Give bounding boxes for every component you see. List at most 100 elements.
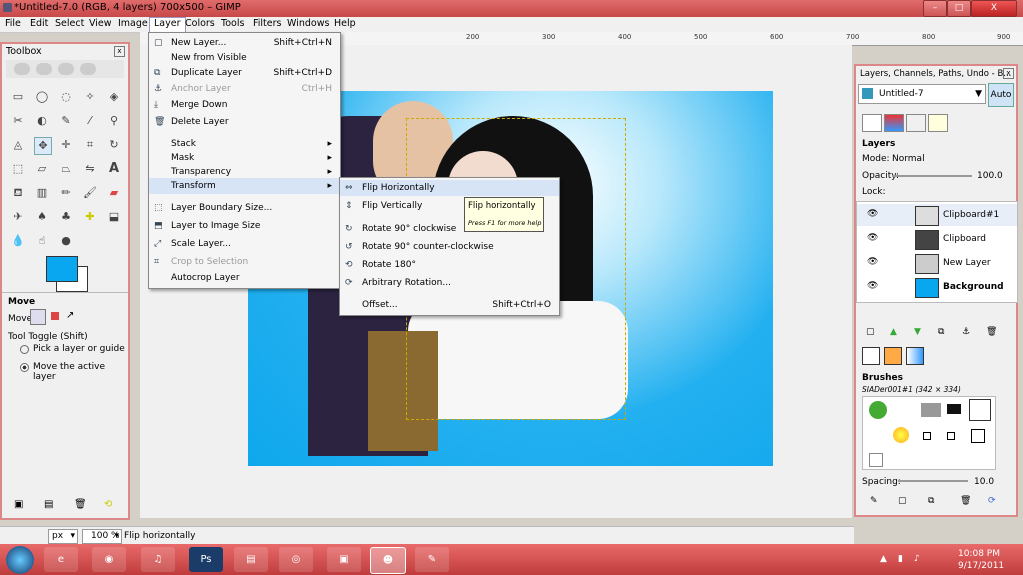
delete-icon[interactable]: 🗑 bbox=[986, 327, 997, 337]
shear-tool-icon[interactable]: ▱ bbox=[34, 161, 50, 177]
menu-help[interactable]: Help bbox=[334, 18, 356, 29]
foreground-select-icon[interactable]: ◐ bbox=[34, 113, 50, 129]
menu-colors[interactable]: Colors bbox=[185, 18, 215, 29]
brush-item[interactable] bbox=[921, 403, 941, 417]
opacity-value[interactable]: 100.0 bbox=[977, 171, 1003, 181]
eye-icon[interactable]: 👁 bbox=[867, 209, 878, 219]
menu-layer[interactable]: Layer bbox=[149, 17, 186, 33]
rect-select-icon[interactable]: ▭ bbox=[10, 89, 26, 105]
foreground-color-swatch[interactable] bbox=[46, 256, 78, 282]
spacing-slider[interactable] bbox=[898, 480, 968, 482]
taskbar-gimp-icon[interactable]: ☻ bbox=[370, 547, 406, 574]
eraser-icon[interactable]: ▰ bbox=[106, 185, 122, 201]
brush-item[interactable] bbox=[947, 432, 955, 440]
select-by-color-icon[interactable]: ◈ bbox=[106, 89, 122, 105]
blur-icon[interactable]: 💧 bbox=[10, 233, 26, 249]
auto-button[interactable]: Auto bbox=[988, 83, 1014, 107]
brush-item[interactable] bbox=[869, 401, 887, 419]
taskbar-chrome-icon[interactable]: ◎ bbox=[279, 547, 313, 572]
menu-item-scale-layer[interactable]: ⤢ Scale Layer... bbox=[149, 236, 340, 252]
eye-icon[interactable]: 👁 bbox=[867, 233, 878, 243]
layer-row[interactable]: 👁 Clipboard#1 bbox=[857, 204, 1017, 226]
brushes-grid[interactable] bbox=[862, 396, 996, 470]
move-path-icon[interactable]: ↗ bbox=[66, 310, 74, 321]
menu-item-transform[interactable]: Transform ▸ bbox=[149, 178, 340, 194]
flip-tool-icon[interactable]: ⇋ bbox=[82, 161, 98, 177]
image-select-dropdown[interactable]: Untitled-7 ▼ bbox=[858, 84, 986, 104]
brush-item[interactable] bbox=[971, 429, 985, 443]
menu-image[interactable]: Image bbox=[118, 18, 148, 29]
tab-paths[interactable] bbox=[906, 114, 926, 132]
menu-item-new-from-visible[interactable]: New from Visible bbox=[149, 50, 340, 66]
airbrush-icon[interactable]: ✈ bbox=[10, 209, 26, 225]
close-icon[interactable]: x bbox=[1003, 68, 1014, 79]
menu-item-autocrop-layer[interactable]: Autocrop Layer bbox=[149, 270, 340, 286]
taskbar-itunes-icon[interactable]: ♫ bbox=[141, 547, 175, 572]
menu-edit[interactable]: Edit bbox=[30, 18, 48, 29]
duplicate-icon[interactable]: ⧉ bbox=[938, 327, 944, 337]
tab-gradients[interactable] bbox=[906, 347, 924, 365]
menu-item-duplicate-layer[interactable]: ⧉ Duplicate Layer Shift+Ctrl+D bbox=[149, 65, 340, 81]
menu-item-delete-layer[interactable]: 🗑 Delete Layer bbox=[149, 114, 340, 130]
perspective-clone-icon[interactable]: ⬓ bbox=[106, 209, 122, 225]
dodge-burn-icon[interactable]: ● bbox=[58, 233, 74, 249]
scale-tool-icon[interactable]: ⬚ bbox=[10, 161, 26, 177]
close-button[interactable]: X bbox=[971, 0, 1017, 17]
brush-item[interactable] bbox=[923, 432, 931, 440]
new-brush-icon[interactable]: ▢ bbox=[898, 496, 907, 506]
eye-icon[interactable]: 👁 bbox=[867, 281, 878, 291]
free-select-icon[interactable]: ◌ bbox=[58, 89, 74, 105]
ellipse-select-icon[interactable]: ◯ bbox=[34, 89, 50, 105]
brush-item[interactable] bbox=[869, 453, 883, 467]
menu-view[interactable]: View bbox=[89, 18, 112, 29]
paths-icon[interactable]: ✎ bbox=[58, 113, 74, 129]
restore-options-icon[interactable]: ▤ bbox=[44, 499, 53, 510]
perspective-tool-icon[interactable]: ⏢ bbox=[58, 161, 74, 177]
tab-layers[interactable] bbox=[862, 114, 882, 132]
clone-icon[interactable]: ♣ bbox=[58, 209, 74, 225]
radio-move-active[interactable] bbox=[20, 363, 29, 372]
raise-layer-icon[interactable]: ▲ bbox=[890, 327, 897, 337]
menu-tools[interactable]: Tools bbox=[221, 18, 244, 29]
duplicate-brush-icon[interactable]: ⧉ bbox=[928, 496, 934, 506]
taskbar-paint-icon[interactable]: ▣ bbox=[327, 547, 361, 572]
delete-options-icon[interactable]: 🗑 bbox=[74, 499, 87, 510]
lower-layer-icon[interactable]: ▼ bbox=[914, 327, 921, 337]
brush-item[interactable] bbox=[947, 404, 961, 414]
mode-value[interactable]: Normal bbox=[892, 154, 925, 164]
menu-item-rotate-180[interactable]: ⟲ Rotate 180° bbox=[340, 257, 559, 273]
layer-row[interactable]: 👁 Clipboard bbox=[857, 228, 1017, 250]
tray-volume-icon[interactable]: ♪ bbox=[914, 554, 920, 564]
opacity-slider[interactable] bbox=[892, 175, 972, 177]
tab-patterns[interactable] bbox=[884, 347, 902, 365]
menu-item-arbitrary-rotation[interactable]: ⟳ Arbitrary Rotation... bbox=[340, 275, 559, 291]
align-icon[interactable]: ✛ bbox=[58, 137, 74, 153]
menu-select[interactable]: Select bbox=[55, 18, 84, 29]
spacing-value[interactable]: 10.0 bbox=[974, 477, 994, 487]
tray-arrow-icon[interactable]: ▲ bbox=[880, 554, 887, 564]
pencil-icon[interactable]: ✏ bbox=[58, 185, 74, 201]
tab-brushes[interactable] bbox=[862, 347, 880, 365]
text-tool-icon[interactable]: A bbox=[106, 161, 122, 177]
taskbar-firefox-icon[interactable]: ◉ bbox=[92, 547, 126, 572]
menu-filters[interactable]: Filters bbox=[253, 18, 281, 29]
save-options-icon[interactable]: ▣ bbox=[14, 499, 23, 510]
delete-brush-icon[interactable]: 🗑 bbox=[960, 496, 971, 506]
menu-item-flip-horizontally[interactable]: ⇔ Flip Horizontally bbox=[340, 180, 559, 196]
eye-icon[interactable]: 👁 bbox=[867, 257, 878, 267]
taskbar-photoshop-icon[interactable]: Ps bbox=[189, 547, 223, 572]
ink-icon[interactable]: ♠ bbox=[34, 209, 50, 225]
menu-file[interactable]: File bbox=[5, 18, 21, 29]
brush-item[interactable] bbox=[969, 399, 991, 421]
menu-item-merge-down[interactable]: ⤓ Merge Down bbox=[149, 97, 340, 113]
tray-network-icon[interactable]: ▮ bbox=[898, 554, 903, 564]
smudge-icon[interactable]: ☝ bbox=[34, 233, 50, 249]
zoom-select[interactable]: 100 % ▾ bbox=[82, 529, 122, 544]
menu-item-crop-to-selection[interactable]: ⌗ Crop to Selection bbox=[149, 254, 340, 270]
measure-icon[interactable]: ◬ bbox=[10, 137, 26, 153]
menu-item-layer-boundary-size[interactable]: ⬚ Layer Boundary Size... bbox=[149, 200, 340, 216]
zoom-icon[interactable]: ⚲ bbox=[106, 113, 122, 129]
fuzzy-select-icon[interactable]: ✧ bbox=[82, 89, 98, 105]
minimize-button[interactable]: – bbox=[923, 0, 947, 17]
refresh-icon[interactable]: ⟳ bbox=[988, 496, 996, 506]
